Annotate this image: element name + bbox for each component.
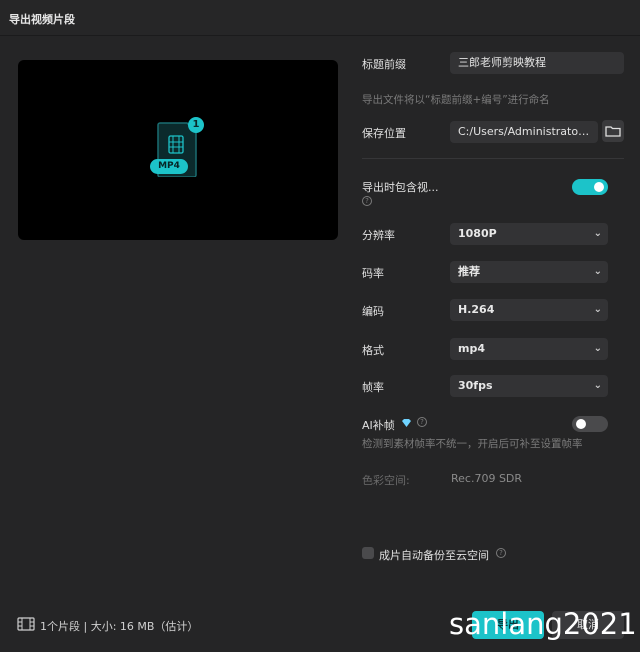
resolution-value: 1080P (458, 227, 497, 240)
export-button[interactable]: 导出 (472, 611, 544, 639)
diamond-icon (402, 419, 411, 427)
bitrate-label: 码率 (362, 267, 384, 280)
resolution-select[interactable]: 1080P ⌄ (450, 223, 608, 245)
color-space-label: 色彩空间: (362, 474, 410, 487)
browse-folder-button[interactable] (602, 120, 624, 142)
codec-label: 编码 (362, 305, 384, 318)
save-location-label: 保存位置 (362, 127, 406, 140)
section-divider (362, 158, 624, 159)
cloud-backup-checkbox[interactable] (362, 547, 374, 559)
include-video-label: 导出时包含视... (362, 181, 439, 194)
chevron-down-icon: ⌄ (593, 228, 602, 239)
ai-frame-label: AI补帧 (362, 419, 395, 432)
cancel-button[interactable]: 取消 (552, 611, 624, 639)
bitrate-select[interactable]: 推荐 ⌄ (450, 261, 608, 283)
folder-icon (605, 126, 621, 137)
title-prefix-input[interactable]: 三郎老师剪映教程 (450, 52, 624, 74)
cloud-backup-label: 成片自动备份至云空间 (379, 549, 489, 562)
toggle-knob (594, 182, 604, 192)
resolution-label: 分辨率 (362, 229, 395, 242)
save-location-input[interactable]: C:/Users/Administrator/... (450, 121, 598, 143)
ai-frame-hint: 检测到素材帧率不统一，开启后可补至设置帧率 (362, 438, 583, 450)
chevron-down-icon: ⌄ (593, 343, 602, 354)
color-space-value: Rec.709 SDR (451, 472, 523, 485)
export-summary: 1个片段 | 大小: 16 MB（估计） (40, 620, 199, 633)
framerate-label: 帧率 (362, 381, 384, 394)
codec-select[interactable]: H.264 ⌄ (450, 299, 608, 321)
help-icon[interactable]: ? (417, 417, 427, 427)
format-select[interactable]: mp4 ⌄ (450, 338, 608, 360)
film-icon (17, 617, 35, 631)
framerate-select[interactable]: 30fps ⌄ (450, 375, 608, 397)
title-bar: 导出视频片段 (0, 0, 640, 36)
video-preview: 1 MP4 (18, 60, 338, 240)
format-value: mp4 (458, 342, 485, 355)
codec-value: H.264 (458, 303, 495, 316)
bitrate-value: 推荐 (458, 265, 480, 278)
help-icon[interactable]: ? (362, 196, 372, 206)
window-title: 导出视频片段 (9, 13, 75, 26)
format-tag: MP4 (150, 159, 188, 174)
naming-hint: 导出文件将以“标题前缀+编号”进行命名 (362, 94, 550, 106)
chevron-down-icon: ⌄ (593, 304, 602, 315)
framerate-value: 30fps (458, 379, 493, 392)
format-label: 格式 (362, 344, 384, 357)
ai-frame-toggle[interactable] (572, 416, 608, 432)
chevron-down-icon: ⌄ (593, 266, 602, 277)
title-prefix-label: 标题前缀 (362, 58, 406, 71)
chevron-down-icon: ⌄ (593, 380, 602, 391)
toggle-knob (576, 419, 586, 429)
clip-count-badge: 1 (188, 117, 204, 133)
include-video-toggle[interactable] (572, 179, 608, 195)
help-icon[interactable]: ? (496, 548, 506, 558)
